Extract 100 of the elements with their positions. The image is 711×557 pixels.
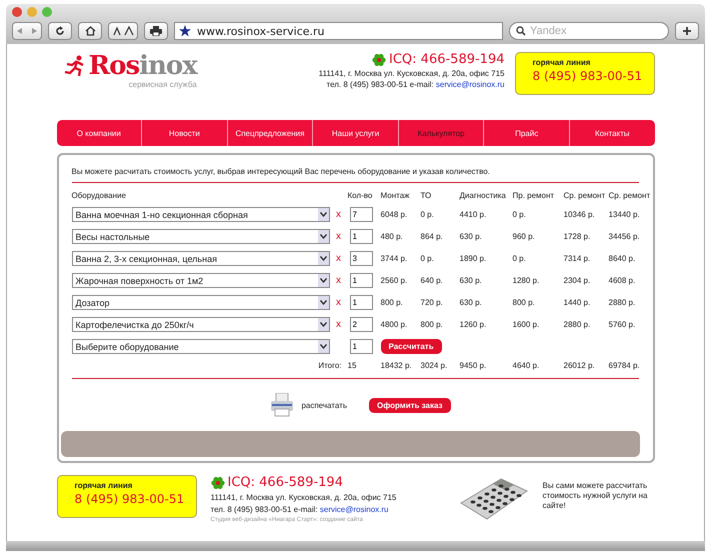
quantity-field[interactable]: 1 — [350, 229, 372, 244]
remove-link[interactable]: x — [330, 231, 348, 242]
table-cell-text: 0 р. — [512, 210, 527, 219]
close-button[interactable] — [12, 7, 22, 17]
remove-link[interactable]: x — [330, 209, 348, 220]
total-cell-text: 69784 р. — [608, 361, 641, 370]
email-label: e-mail: — [410, 80, 434, 89]
runner-icon — [62, 55, 86, 77]
printer-icon — [150, 26, 162, 36]
column-header: Ср. ремонт — [608, 191, 652, 200]
total-cell-text: 26012 р. — [564, 361, 596, 370]
nav-item[interactable]: Калькулятор — [398, 120, 484, 146]
new-tab-button[interactable] — [675, 22, 699, 40]
quantity-field[interactable]: 3 — [350, 251, 372, 266]
table-cell-text: 0 р. — [420, 210, 435, 219]
equipment-select[interactable]: Картофелечистка до 250кг/ч — [72, 317, 330, 332]
quantity-field[interactable]: 1 — [350, 295, 372, 310]
remove-link[interactable]: x — [330, 319, 348, 330]
table-cell-text: 1728 р. — [564, 232, 592, 241]
column-header: Оборудование — [72, 191, 127, 200]
total-cell-text: 18432 р. — [380, 361, 413, 370]
equipment-select[interactable]: Дозатор — [72, 295, 330, 310]
remove-link[interactable]: x — [330, 275, 348, 286]
table-cell-text: 1280 р. — [512, 276, 540, 285]
equipment-select[interactable]: Ванна 2, 3-х секционная, цельная — [72, 251, 330, 266]
table-cell-text: 800 р. — [420, 320, 444, 329]
printer-icon — [271, 393, 294, 417]
table-cell-text: 2560 р. — [380, 276, 408, 285]
total-cell-text: 4640 р. — [512, 361, 540, 370]
address-text: 111141, г. Москва ул. Кусковская, д. 20а, офис 715 — [318, 69, 504, 78]
search-icon — [516, 26, 526, 36]
total-cell-text: 3024 р. — [420, 361, 448, 370]
nav-item[interactable]: О компании — [56, 120, 142, 146]
reload-button[interactable] — [48, 22, 72, 40]
home-button[interactable] — [78, 22, 102, 40]
table-cell-text: 13440 р. — [608, 210, 641, 219]
logo-text[interactable]: Rosinox — [88, 52, 197, 80]
nav-item[interactable]: Контакты — [568, 120, 655, 146]
table-cell-text: 800 р. — [512, 298, 536, 307]
equipment-select[interactable]: Ванна моечная 1-но секционная сборная — [72, 207, 330, 222]
quantity-field[interactable]: 2 — [350, 317, 372, 332]
table-cell-text: 1440 р. — [564, 298, 592, 307]
equipment-select[interactable]: Жарочная поверхность от 1м2 — [72, 273, 330, 288]
logo-tagline: сервисная служба — [128, 80, 197, 89]
star-icon — [179, 25, 191, 37]
email-link[interactable]: service@rosinox.ru — [320, 505, 388, 514]
table-cell-text: 800 р. — [380, 298, 404, 307]
hotline-label: горячая линия — [532, 58, 592, 67]
column-header: Кол-во — [348, 191, 374, 200]
plus-icon — [682, 26, 692, 36]
hotline-number: 8 (495) 983-00-51 — [532, 69, 644, 83]
remove-link[interactable]: x — [330, 253, 348, 264]
nav-item[interactable]: Новости — [141, 120, 227, 146]
table-cell-text: 2880 р. — [608, 298, 636, 307]
table-cell-text: 630 р. — [460, 232, 483, 241]
email-link[interactable]: service@rosinox.ru — [436, 80, 504, 89]
print-link[interactable]: распечатать — [271, 393, 347, 417]
table-cell-text: 4800 р. — [380, 320, 408, 329]
equipment-select[interactable]: Весы настольные — [72, 229, 330, 244]
table-cell-text: 8640 р. — [608, 254, 636, 263]
phone-text: тел. 8 (495) 983-00-51 — [210, 505, 292, 514]
table-cell-text: 34456 р. — [608, 232, 641, 241]
column-header: Пр. ремонт — [512, 191, 556, 200]
intro-text: Вы можете расчитать стоимость услуг, выбрав интересующий Вас перечень оборудование и указав количество. — [72, 167, 491, 176]
remove-link[interactable]: x — [330, 297, 348, 308]
arrows-icon — [16, 27, 38, 35]
icq-number: ICQ: 466-589-194 — [389, 52, 504, 67]
table-cell-text: 10346 р. — [564, 210, 596, 219]
table-cell-text: 2304 р. — [564, 276, 592, 285]
table-cell-text: 864 р. — [420, 232, 444, 241]
quantity-field[interactable]: 1 — [350, 273, 372, 288]
total-cell-text: 9450 р. — [460, 361, 488, 370]
quantity-field[interactable]: 7 — [350, 207, 372, 222]
phone-text: тел. 8 (495) 983-00-51 — [326, 80, 408, 89]
back-forward-button[interactable] — [12, 22, 42, 40]
table-cell-text: 5760 р. — [608, 320, 636, 329]
column-header: Ср. ремонт — [564, 191, 606, 200]
total-quantity: 15 — [348, 361, 358, 370]
table-cell-text: 4410 р. — [460, 210, 488, 219]
promo-text: Вы сами можете рассчитать стоимость нужной услуги на сайте! — [542, 481, 648, 511]
table-cell-text: 630 р. — [460, 298, 483, 307]
total-label: Итого: — [318, 361, 342, 370]
table-cell-text: 1890 р. — [460, 254, 488, 263]
order-button[interactable]: Оформить заказ — [369, 398, 451, 412]
nav-item[interactable]: Прайс — [483, 120, 569, 146]
table-cell-text: 1260 р. — [460, 320, 488, 329]
equipment-select[interactable]: Выберите оборудование — [72, 339, 330, 354]
print-button[interactable] — [144, 22, 168, 40]
flower-icon — [372, 52, 386, 66]
address-bar[interactable]: www.rosinox-service.ru — [174, 22, 503, 40]
quantity-field[interactable]: 1 — [350, 339, 372, 354]
calculate-button[interactable]: Рассчитать — [380, 339, 442, 354]
hotline-label: горячая линия — [74, 481, 134, 490]
text-size-button[interactable] — [108, 22, 138, 40]
nav-item[interactable]: Спецпредложения — [226, 120, 312, 146]
table-cell-text: 6048 р. — [380, 210, 408, 219]
nav-item[interactable]: Наши услуги — [312, 120, 398, 146]
column-header: Диагностика — [460, 191, 507, 200]
email-label: e-mail: — [294, 505, 318, 514]
hotline-number: 8 (495) 983-00-51 — [74, 492, 186, 506]
